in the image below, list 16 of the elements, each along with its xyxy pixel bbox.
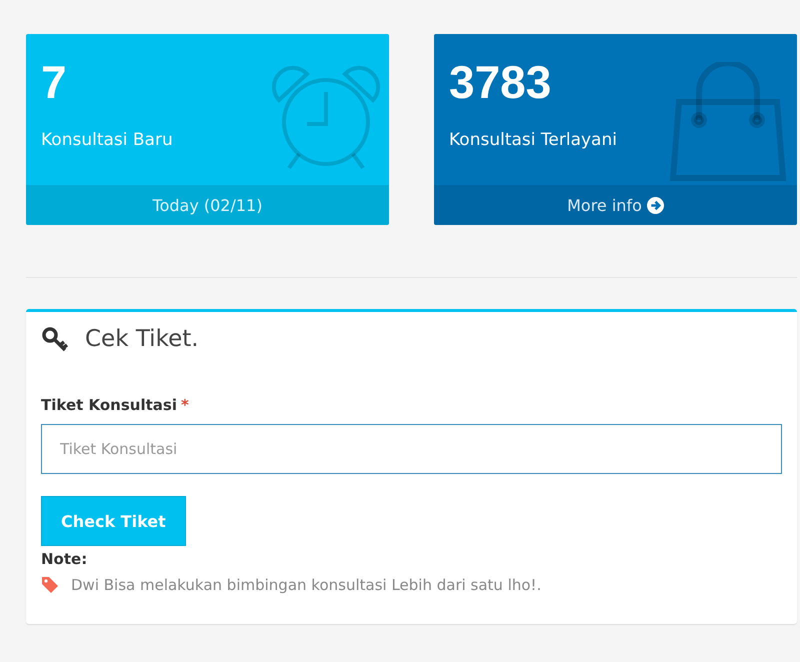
stat-label: Konsultasi Terlayani	[449, 130, 617, 150]
stat-number: 3783	[449, 56, 552, 108]
panel-title: Cek Tiket.	[85, 326, 199, 352]
card-footer-link[interactable]: More info	[434, 185, 797, 225]
key-icon	[41, 326, 71, 352]
stat-label: Konsultasi Baru	[41, 130, 173, 150]
tag-icon	[41, 576, 59, 594]
check-ticket-button[interactable]: Check Tiket	[41, 496, 186, 546]
field-label: Tiket Konsultasi *	[41, 396, 190, 414]
arrow-circle-icon	[646, 196, 664, 214]
ticket-input[interactable]: Tiket Konsultasi	[41, 424, 782, 474]
stat-number: 7	[41, 56, 67, 108]
card-footer-link[interactable]: Today (02/11)	[26, 185, 389, 225]
note-title: Note:	[41, 550, 88, 568]
note-text: Dwi Bisa melakukan bimbingan konsultasi Lebih dari satu lho!.	[71, 576, 542, 594]
shopping-bag-icon	[669, 62, 789, 182]
